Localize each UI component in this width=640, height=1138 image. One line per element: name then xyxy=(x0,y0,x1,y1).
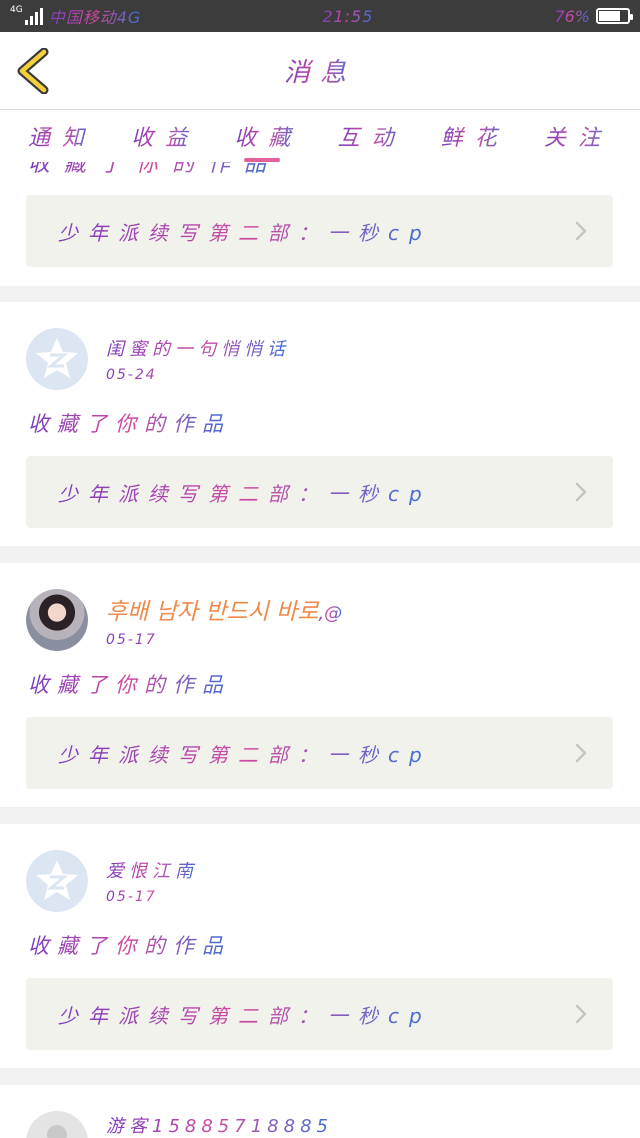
action-text: 收藏了你的作品 xyxy=(28,408,231,438)
user-name-suffix: ,@ xyxy=(318,603,343,624)
work-title: 少年派续写第二部：一秒cp xyxy=(58,739,432,768)
tab-flowers[interactable]: 鲜花 xyxy=(441,110,509,162)
message-date: 05-17 xyxy=(106,632,342,648)
avatar[interactable] xyxy=(26,328,88,390)
message-card: 爱恨江南 05-17 收藏了你的作品 少年派续写第二部：一秒cp xyxy=(0,824,640,1068)
user-info: 游客15885718885 xyxy=(106,1112,333,1138)
user-name[interactable]: 爱恨江南 xyxy=(106,857,198,883)
message-date: 05-17 xyxy=(106,889,198,905)
message-card: 收藏了你的作品 少年派续写第二部：一秒cp xyxy=(0,162,640,286)
battery-fill xyxy=(599,11,621,21)
action-text: 收藏了你的作品 xyxy=(28,162,280,178)
avatar[interactable] xyxy=(26,850,88,912)
carrier-name: 中国移动4G xyxy=(49,4,142,28)
message-list[interactable]: 收藏了你的作品 少年派续写第二部：一秒cp 闺蜜的一句悄悄话 05-24 收藏了… xyxy=(0,162,640,1138)
tab-favorites[interactable]: 收藏 xyxy=(234,110,302,162)
user-row: 爱恨江南 05-17 xyxy=(26,850,198,912)
status-time: 21:55 xyxy=(322,6,374,26)
tab-label: 通知 xyxy=(28,120,96,152)
user-info: 闺蜜的一句悄悄话 05-24 xyxy=(106,335,290,383)
work-link[interactable]: 少年派续写第二部：一秒cp xyxy=(26,195,613,267)
back-button[interactable] xyxy=(14,47,54,95)
page-title: 消息 xyxy=(284,52,356,89)
avatar[interactable] xyxy=(26,589,88,651)
user-name[interactable]: 游客15885718885 xyxy=(106,1112,333,1138)
tab-label: 收益 xyxy=(131,120,199,152)
qzone-star-icon xyxy=(36,338,78,378)
work-link[interactable]: 少年派续写第二部：一秒cp xyxy=(26,978,613,1050)
status-right: 76% xyxy=(554,6,633,26)
back-arrow-icon xyxy=(17,47,49,95)
chevron-right-icon xyxy=(575,1004,587,1024)
user-name[interactable]: 闺蜜的一句悄悄话 xyxy=(106,335,290,361)
work-link[interactable]: 少年派续写第二部：一秒cp xyxy=(26,717,613,789)
user-info: 爱恨江南 05-17 xyxy=(106,857,198,905)
signal-strength-icon xyxy=(24,7,43,25)
work-title: 少年派续写第二部：一秒cp xyxy=(58,217,432,246)
user-row: 游客15885718885 xyxy=(26,1111,333,1138)
chevron-right-icon xyxy=(575,221,587,241)
message-date: 05-24 xyxy=(106,367,290,383)
user-row: 闺蜜的一句悄悄话 05-24 xyxy=(26,328,290,390)
work-title: 少年派续写第二部：一秒cp xyxy=(58,1000,432,1029)
user-row: 후배 남자 반드시 바로,@ 05-17 xyxy=(26,589,342,651)
tab-label: 收藏 xyxy=(234,120,302,152)
default-user-icon xyxy=(47,1125,67,1138)
message-card: 游客15885718885 xyxy=(0,1085,640,1138)
action-text: 收藏了你的作品 xyxy=(28,930,231,960)
tab-interaction[interactable]: 互动 xyxy=(338,110,406,162)
tab-following[interactable]: 关注 xyxy=(544,110,612,162)
work-title: 少年派续写第二部：一秒cp xyxy=(58,478,432,507)
qzone-star-icon xyxy=(36,860,78,900)
tab-bar: 通知 收益 收藏 互动 鲜花 关注 xyxy=(0,110,640,162)
status-left: 4G 中国移动4G xyxy=(10,4,141,28)
message-card: 闺蜜的一句悄悄话 05-24 收藏了你的作品 少年派续写第二部：一秒cp xyxy=(0,302,640,546)
tab-earnings[interactable]: 收益 xyxy=(131,110,199,162)
user-info: 후배 남자 반드시 바로,@ 05-17 xyxy=(106,592,342,648)
network-type-label: 4G xyxy=(10,4,23,15)
battery-icon xyxy=(596,8,633,24)
user-name[interactable]: 후배 남자 반드시 바로,@ xyxy=(106,592,342,626)
user-name-text: 후배 남자 반드시 바로 xyxy=(106,599,319,625)
message-card: 후배 남자 반드시 바로,@ 05-17 收藏了你的作品 少年派续写第二部：一秒… xyxy=(0,563,640,807)
status-bar: 4G 中国移动4G 21:55 76% xyxy=(0,0,640,32)
chevron-right-icon xyxy=(575,743,587,763)
action-text: 收藏了你的作品 xyxy=(28,669,231,699)
tab-label: 鲜花 xyxy=(441,120,509,152)
tab-label: 关注 xyxy=(544,120,612,152)
work-link[interactable]: 少年派续写第二部：一秒cp xyxy=(26,456,613,528)
battery-percent: 76% xyxy=(554,6,590,26)
tab-notification[interactable]: 通知 xyxy=(28,110,96,162)
top-navigation-bar: 消息 xyxy=(0,32,640,110)
chevron-right-icon xyxy=(575,482,587,502)
avatar[interactable] xyxy=(26,1111,88,1138)
tab-label: 互动 xyxy=(338,120,406,152)
avatar-photo xyxy=(26,589,88,651)
